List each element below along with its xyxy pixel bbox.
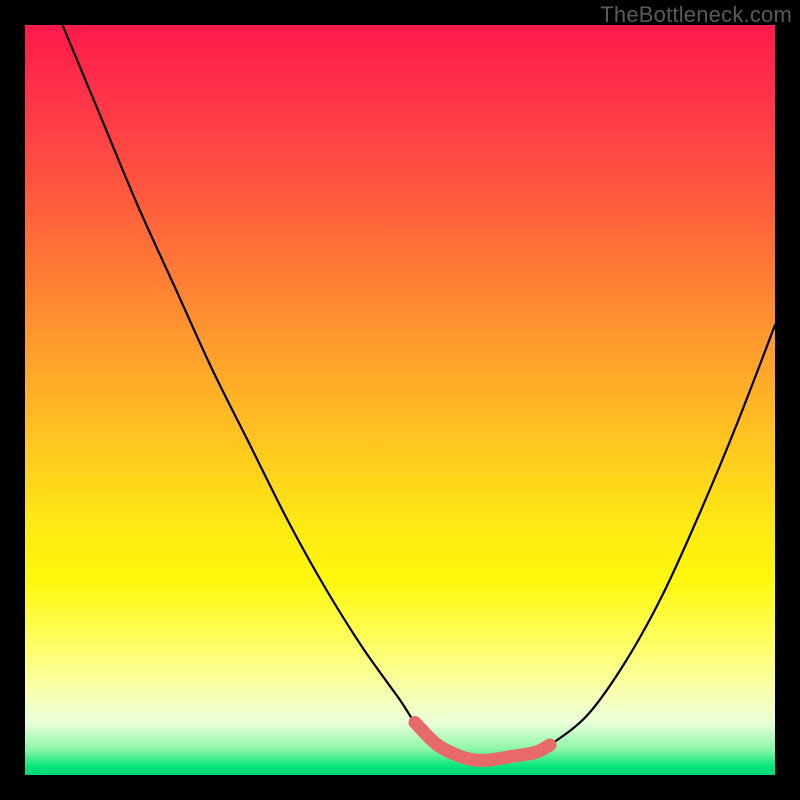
plot-area bbox=[25, 25, 775, 775]
watermark-text: TheBottleneck.com bbox=[600, 2, 792, 28]
chart-frame: TheBottleneck.com bbox=[0, 0, 800, 800]
bottleneck-curve-line bbox=[63, 25, 776, 760]
curve-svg bbox=[25, 25, 775, 775]
optimal-range-highlight bbox=[415, 723, 550, 761]
